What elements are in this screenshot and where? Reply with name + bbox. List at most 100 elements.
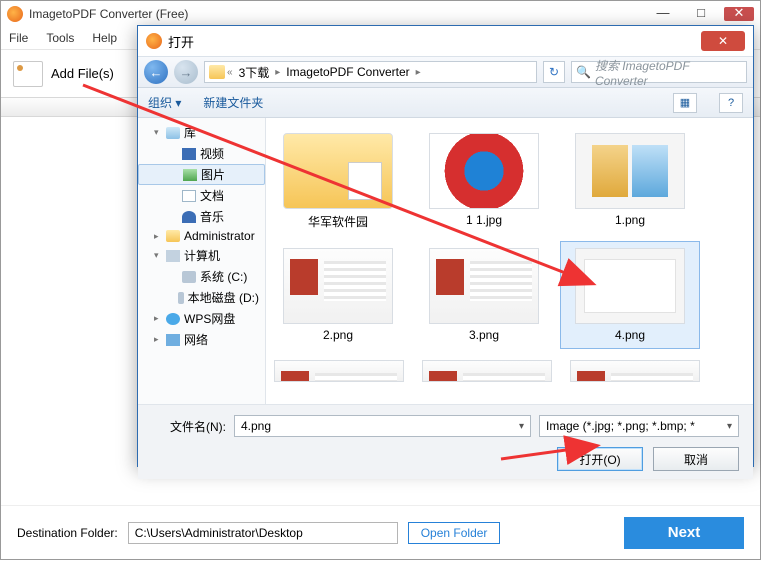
open-folder-button[interactable]: Open Folder [408,522,501,544]
nav-forward-button[interactable]: → [174,60,198,84]
chevron-down-icon[interactable]: ▾ [727,421,732,432]
help-button[interactable]: ? [719,93,743,113]
mus-icon [182,211,196,223]
add-file-icon[interactable] [13,61,43,87]
comp-icon [166,250,180,262]
tree-item-2[interactable]: 图片 [138,164,265,185]
organize-button[interactable]: 组织 ▾ [148,94,181,111]
filename-label: 文件名(N): [152,418,226,435]
file-name: 1.png [615,213,645,227]
crumb-sep-icon: ▸ [416,67,421,78]
view-mode-button[interactable]: ▦ [673,93,697,113]
pic-icon [183,169,197,181]
search-icon: 🔍 [576,65,591,79]
tree-item-3[interactable]: 文档 [138,185,265,206]
file-name: 2.png [323,328,353,342]
filter-value: Image (*.jpg; *.png; *.bmp; * [546,419,695,433]
tree-label: 图片 [201,166,225,183]
app-icon [7,6,23,22]
file-item-5[interactable]: 4.png [560,241,700,349]
file-item-6[interactable] [268,353,410,389]
file-thumb [274,360,404,382]
tree-item-7[interactable]: 系统 (C:) [138,266,265,287]
file-thumb [575,248,685,324]
cancel-button[interactable]: 取消 [653,447,739,471]
file-item-1[interactable]: 1 1.jpg [414,126,554,237]
chevron-down-icon[interactable]: ▾ [519,421,524,432]
tree-item-10[interactable]: ▸网络 [138,329,265,350]
dialog-icon [146,33,162,49]
search-placeholder: 搜索 ImagetoPDF Converter [595,57,742,88]
file-thumb [283,248,393,324]
drv-icon [182,271,196,283]
nav-back-button[interactable]: ← [144,60,168,84]
menu-help[interactable]: Help [92,31,117,45]
open-dialog: 打开 ✕ ← → « 3下载 ▸ ImagetoPDF Converter ▸ … [137,25,754,467]
file-name: 1 1.jpg [466,213,502,227]
tree-item-6[interactable]: ▾计算机 [138,245,265,266]
tree-item-8[interactable]: 本地磁盘 (D:) [138,287,265,308]
filename-input[interactable]: 4.png ▾ [234,415,531,437]
file-item-7[interactable] [416,353,558,389]
file-item-3[interactable]: 2.png [268,241,408,349]
tree-label: 视频 [200,145,224,162]
dialog-footer: 文件名(N): 4.png ▾ Image (*.jpg; *.png; *.b… [138,404,753,479]
wps-icon [166,313,180,325]
breadcrumb[interactable]: « 3下载 ▸ ImagetoPDF Converter ▸ [204,61,537,83]
dialog-title: 打开 [168,32,194,51]
file-thumb [429,133,539,209]
dialog-close-button[interactable]: ✕ [701,31,745,51]
file-item-8[interactable] [564,353,706,389]
file-item-0[interactable]: 华军软件园 [268,126,408,237]
folder-icon [209,65,225,79]
destination-label: Destination Folder: [17,526,118,540]
dialog-titlebar: 打开 ✕ [138,26,753,56]
crumb-1[interactable]: ImagetoPDF Converter [282,65,413,79]
menu-file[interactable]: File [9,31,28,45]
file-name: 华军软件园 [308,213,368,230]
vid-icon [182,148,196,160]
tree-label: WPS网盘 [184,310,235,327]
file-area[interactable]: 华军软件园 1 1.jpg 1.png 2.png 3.png 4.png [266,118,753,404]
tree-label: 音乐 [200,208,224,225]
dialog-nav: ← → « 3下载 ▸ ImagetoPDF Converter ▸ ↻ 🔍 搜… [138,56,753,88]
menu-tools[interactable]: Tools [46,31,74,45]
tree-label: 库 [184,124,196,141]
lib-icon [166,127,180,139]
usr-icon [166,230,180,242]
tree-item-9[interactable]: ▸WPS网盘 [138,308,265,329]
minimize-button[interactable]: — [648,7,678,21]
dialog-toolbar: 组织 ▾ 新建文件夹 ▦ ? [138,88,753,118]
file-item-4[interactable]: 3.png [414,241,554,349]
file-name: 3.png [469,328,499,342]
new-folder-button[interactable]: 新建文件夹 [203,94,263,111]
net-icon [166,334,180,346]
filetype-filter[interactable]: Image (*.jpg; *.png; *.bmp; * ▾ [539,415,739,437]
file-name: 4.png [615,328,645,342]
drv-icon [178,292,184,304]
tree-arrow-icon: ▾ [154,127,162,138]
maximize-button[interactable]: □ [686,7,716,21]
search-input[interactable]: 🔍 搜索 ImagetoPDF Converter [571,61,747,83]
refresh-button[interactable]: ↻ [543,61,565,83]
open-button[interactable]: 打开(O) [557,447,643,471]
folder-tree[interactable]: ▾库视频图片文档音乐▸Administrator▾计算机系统 (C:)本地磁盘 … [138,118,266,404]
file-thumb [575,133,685,209]
tree-arrow-icon: ▾ [154,250,162,261]
tree-item-1[interactable]: 视频 [138,143,265,164]
doc-icon [182,190,196,202]
next-button[interactable]: Next [624,517,744,549]
destination-input[interactable] [128,522,398,544]
close-button[interactable]: ✕ [724,7,754,21]
file-item-2[interactable]: 1.png [560,126,700,237]
tree-item-0[interactable]: ▾库 [138,122,265,143]
tree-arrow-icon: ▸ [154,231,162,242]
crumb-0[interactable]: 3下载 [235,64,274,81]
file-thumb [422,360,552,382]
tree-arrow-icon: ▸ [154,334,162,345]
app-title: ImagetoPDF Converter (Free) [29,7,188,21]
tree-item-4[interactable]: 音乐 [138,206,265,227]
add-file-button[interactable]: Add File(s) [51,66,114,81]
main-titlebar: ImagetoPDF Converter (Free) — □ ✕ [1,1,760,27]
tree-item-5[interactable]: ▸Administrator [138,227,265,245]
